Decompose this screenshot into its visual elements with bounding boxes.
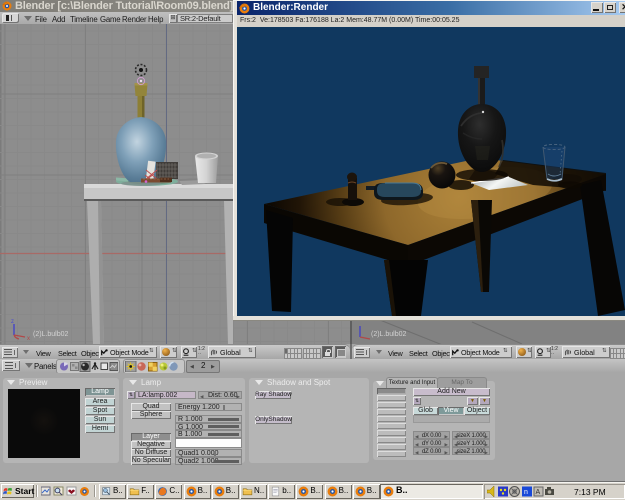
svg-text:z: z [11, 319, 14, 325]
svg-text:A: A [536, 489, 541, 496]
svg-text:(2)L.bulb02: (2)L.bulb02 [33, 331, 69, 338]
svg-text:x: x [27, 336, 30, 342]
svg-text:n: n [524, 489, 528, 496]
svg-text:(2)L.bulb02: (2)L.bulb02 [371, 331, 407, 338]
